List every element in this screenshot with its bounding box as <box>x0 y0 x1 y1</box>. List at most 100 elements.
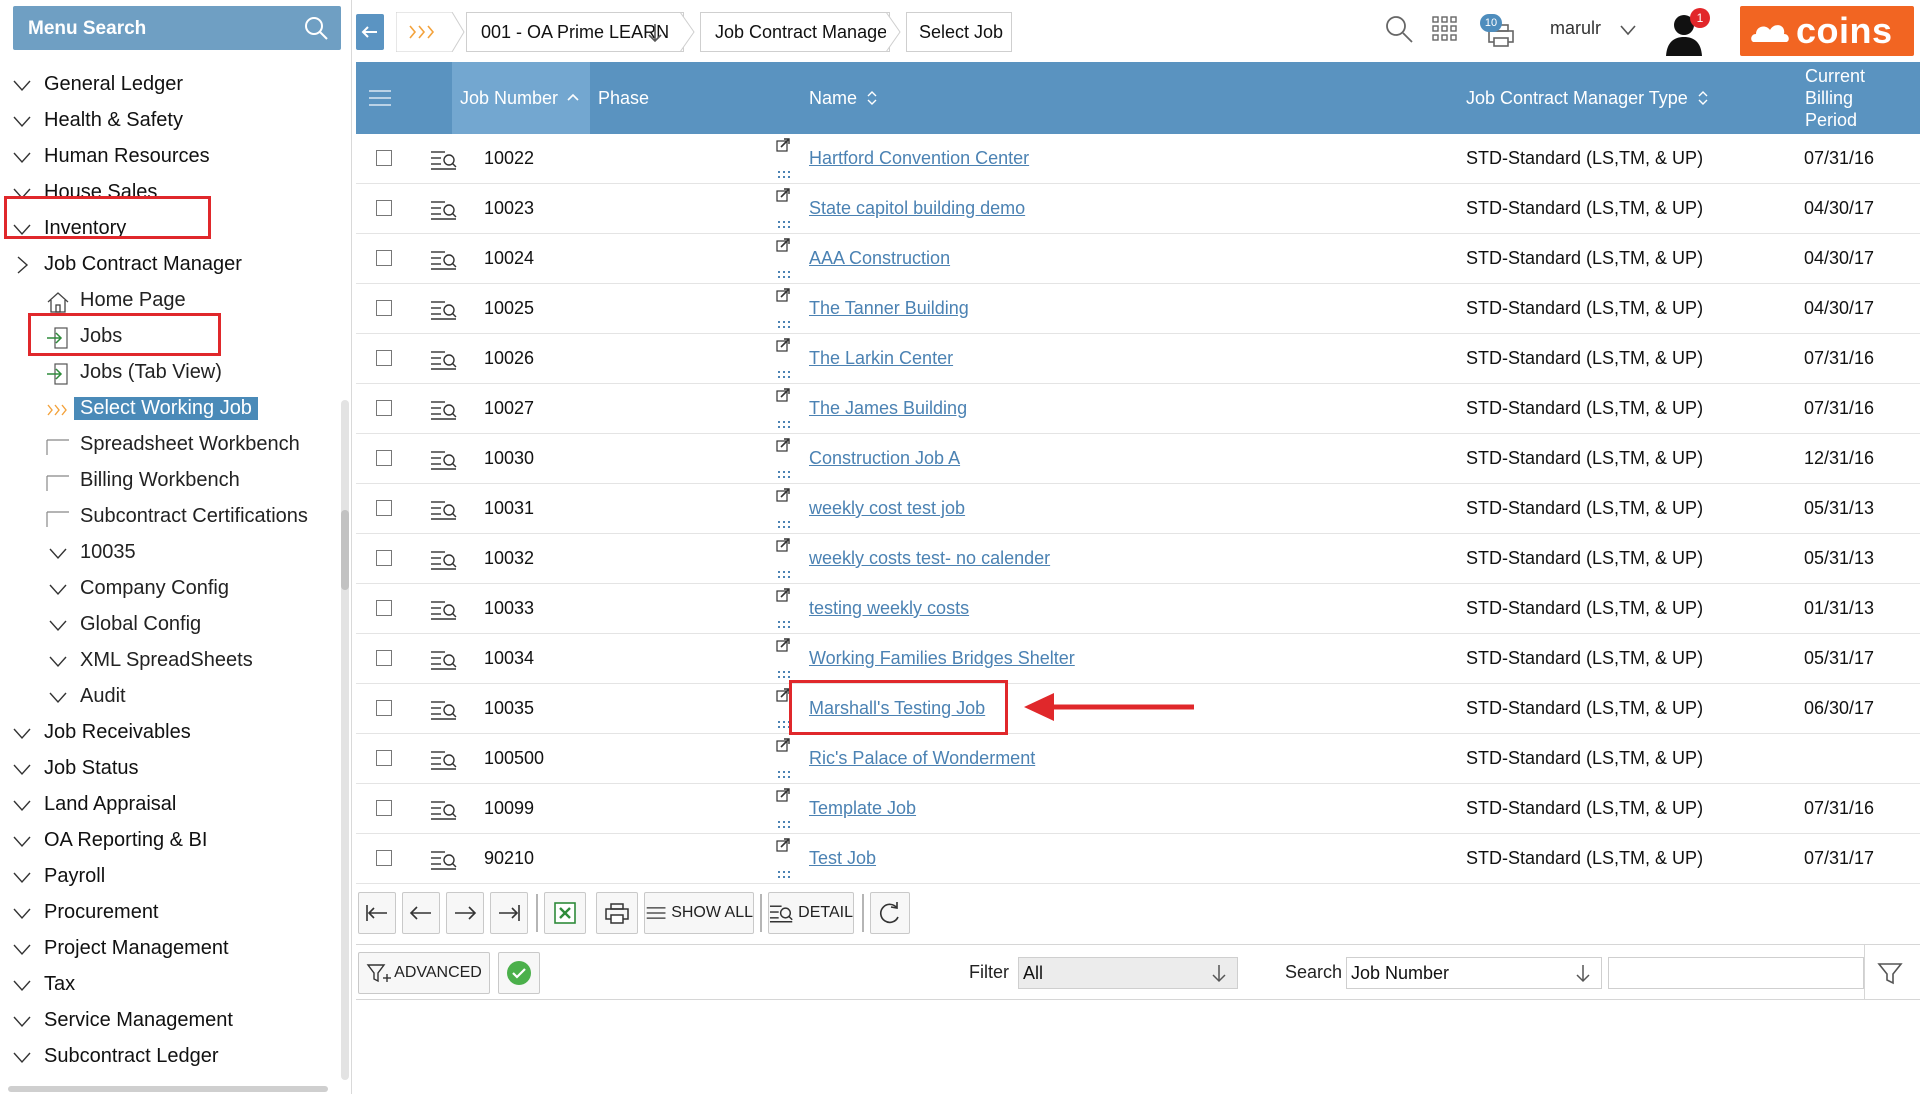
breadcrumb-company[interactable]: 001 - OA Prime LEARN <box>466 12 684 52</box>
sidebar-item-job-status[interactable]: Job Status <box>0 751 340 787</box>
previous-page-button[interactable] <box>402 892 440 934</box>
row-checkbox[interactable] <box>376 400 392 416</box>
drag-handle-icon[interactable] <box>777 470 791 480</box>
job-name-link[interactable]: weekly cost test job <box>809 498 965 519</box>
job-name-link[interactable]: Template Job <box>809 798 916 819</box>
table-row[interactable]: 10032 weekly costs test- no calender STD-S… <box>356 534 1920 584</box>
chevron-down-icon[interactable] <box>48 579 68 599</box>
breadcrumb-page[interactable]: Select Job <box>906 12 1012 52</box>
detail-search-icon[interactable] <box>430 449 458 471</box>
scrollbar-thumb[interactable] <box>341 510 349 590</box>
detail-search-icon[interactable] <box>430 349 458 371</box>
external-link-icon[interactable] <box>776 388 790 402</box>
row-checkbox[interactable] <box>376 650 392 666</box>
row-checkbox[interactable] <box>376 500 392 516</box>
sidebar-item-select-working-job[interactable]: Select Working Job <box>0 391 340 427</box>
job-name-link[interactable]: The James Building <box>809 398 967 419</box>
chevron-down-icon[interactable] <box>1618 20 1638 40</box>
external-link-icon[interactable] <box>776 488 790 502</box>
chevron-down-icon[interactable] <box>12 1011 32 1031</box>
drag-handle-icon[interactable] <box>777 370 791 380</box>
external-link-icon[interactable] <box>776 288 790 302</box>
search-field-select[interactable]: Job Number <box>1346 957 1602 989</box>
menu-icon[interactable] <box>368 89 392 107</box>
chevron-down-icon[interactable] <box>12 147 32 167</box>
job-name-link[interactable]: weekly costs test- no calender <box>809 548 1050 569</box>
external-link-icon[interactable] <box>776 238 790 252</box>
drag-handle-icon[interactable] <box>777 770 791 780</box>
row-checkbox[interactable] <box>376 150 392 166</box>
detail-search-icon[interactable] <box>430 799 458 821</box>
chevron-down-icon[interactable] <box>48 687 68 707</box>
sidebar-item-global-config[interactable]: Global Config <box>0 607 340 643</box>
chevron-down-icon[interactable] <box>12 867 32 887</box>
chevron-down-icon[interactable] <box>48 651 68 671</box>
chevron-down-icon[interactable] <box>12 975 32 995</box>
table-row[interactable]: 10024 AAA Construction STD-Standard (LS,TM… <box>356 234 1920 284</box>
sidebar-item-subcontract-certifications[interactable]: Subcontract Certifications <box>0 499 340 535</box>
table-row[interactable]: 10025 The Tanner Building STD-Standard (LS… <box>356 284 1920 334</box>
drag-handle-icon[interactable] <box>777 570 791 580</box>
sidebar-item-job-contract-manager[interactable]: Job Contract Manager <box>0 247 340 283</box>
row-checkbox[interactable] <box>376 800 392 816</box>
chevron-down-icon[interactable] <box>12 939 32 959</box>
detail-search-icon[interactable] <box>430 399 458 421</box>
back-button[interactable] <box>356 14 384 50</box>
job-name-link[interactable]: Ric's Palace of Wonderment <box>809 748 1035 769</box>
sidebar-item-land-appraisal[interactable]: Land Appraisal <box>0 787 340 823</box>
table-row[interactable]: 10031 weekly cost test job STD-Standard (L… <box>356 484 1920 534</box>
table-row[interactable]: 10034 Working Families Bridges Shelter STD… <box>356 634 1920 684</box>
username[interactable]: marulr <box>1550 18 1601 39</box>
sidebar-horizontal-scrollbar[interactable] <box>8 1086 328 1092</box>
detail-search-icon[interactable] <box>430 849 458 871</box>
detail-search-icon[interactable] <box>430 299 458 321</box>
sidebar-item-xml-spreadsheets[interactable]: XML SpreadSheets <box>0 643 340 679</box>
job-name-link[interactable]: Test Job <box>809 848 876 869</box>
sidebar-item-payroll[interactable]: Payroll <box>0 859 340 895</box>
external-link-icon[interactable] <box>776 438 790 452</box>
job-name-link[interactable]: The Tanner Building <box>809 298 969 319</box>
refresh-button[interactable] <box>870 892 910 934</box>
sidebar-item-project-management[interactable]: Project Management <box>0 931 340 967</box>
sidebar-item-human-resources[interactable]: Human Resources <box>0 139 340 175</box>
table-row[interactable]: 10099 Template Job STD-Standard (LS,TM, & … <box>356 784 1920 834</box>
row-checkbox[interactable] <box>376 850 392 866</box>
job-name-link[interactable]: Hartford Convention Center <box>809 148 1029 169</box>
chevron-down-icon[interactable] <box>12 831 32 851</box>
row-checkbox[interactable] <box>376 450 392 466</box>
column-menu[interactable] <box>356 62 404 134</box>
sidebar-item-company-config[interactable]: Company Config <box>0 571 340 607</box>
external-link-icon[interactable] <box>776 738 790 752</box>
table-row[interactable]: 10023 State capitol building demo STD-Stan… <box>356 184 1920 234</box>
external-link-icon[interactable] <box>776 838 790 852</box>
print-queue-button[interactable]: 10 <box>1478 14 1516 48</box>
drag-handle-icon[interactable] <box>777 620 791 630</box>
row-checkbox[interactable] <box>376 550 392 566</box>
sidebar-item-spreadsheet-workbench[interactable]: Spreadsheet Workbench <box>0 427 340 463</box>
chevron-down-icon[interactable] <box>12 75 32 95</box>
table-row[interactable]: 10026 The Larkin Center STD-Standard (LS,T… <box>356 334 1920 384</box>
detail-search-icon[interactable] <box>430 549 458 571</box>
drag-handle-icon[interactable] <box>777 870 791 880</box>
column-name[interactable]: Name <box>809 62 1049 134</box>
drag-handle-icon[interactable] <box>777 170 791 180</box>
table-row[interactable]: 10027 The James Building STD-Standard (LS,… <box>356 384 1920 434</box>
sidebar-item-job-receivables[interactable]: Job Receivables <box>0 715 340 751</box>
apply-filter-button[interactable] <box>498 952 540 994</box>
arrow-down-icon[interactable] <box>645 22 665 44</box>
filter-select[interactable]: All <box>1018 957 1238 989</box>
row-checkbox[interactable] <box>376 200 392 216</box>
column-phase[interactable]: Phase <box>598 62 708 134</box>
external-link-icon[interactable] <box>776 788 790 802</box>
drag-handle-icon[interactable] <box>777 420 791 430</box>
row-checkbox[interactable] <box>376 600 392 616</box>
last-page-button[interactable] <box>490 892 528 934</box>
drag-handle-icon[interactable] <box>777 270 791 280</box>
advanced-button[interactable]: ADVANCED <box>358 952 490 994</box>
sidebar-item-billing-workbench[interactable]: Billing Workbench <box>0 463 340 499</box>
row-checkbox[interactable] <box>376 350 392 366</box>
chevron-down-icon[interactable] <box>12 903 32 923</box>
job-name-link[interactable]: AAA Construction <box>809 248 950 269</box>
external-link-icon[interactable] <box>776 138 790 152</box>
drag-handle-icon[interactable] <box>777 670 791 680</box>
